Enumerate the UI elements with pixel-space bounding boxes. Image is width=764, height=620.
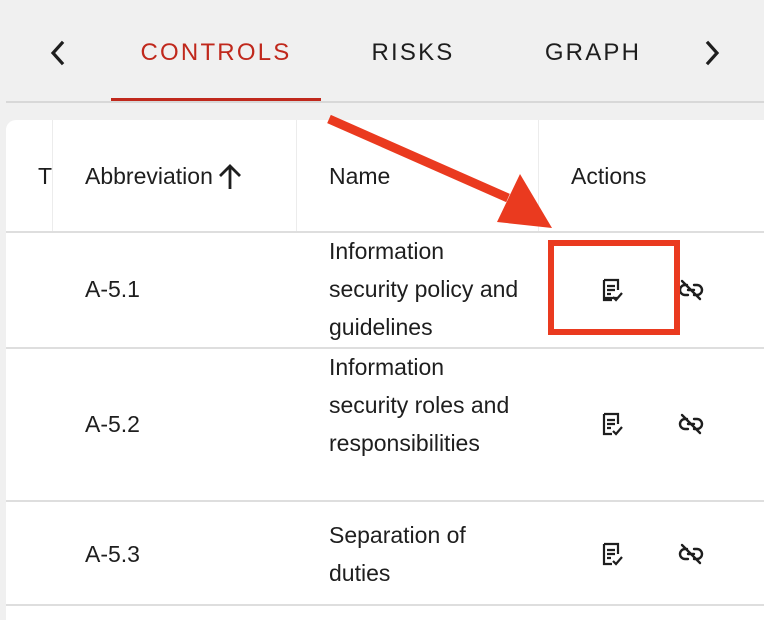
column-header-actions: Actions bbox=[571, 163, 647, 189]
cell-abbreviation: A-5.2 bbox=[85, 411, 140, 437]
column-header-name[interactable]: Name bbox=[329, 120, 390, 233]
cell-name: Information security policy and guidelin… bbox=[329, 238, 519, 340]
tab-risks[interactable]: RISKS bbox=[360, 38, 466, 68]
column-separator bbox=[296, 120, 297, 233]
controls-table: T Abbreviation Name Actions A-5.1 Inform… bbox=[6, 120, 764, 620]
arrow-up-icon[interactable] bbox=[215, 162, 245, 192]
cell-name: Separation of duties bbox=[329, 522, 466, 586]
tab-controls[interactable]: CONTROLS bbox=[111, 38, 321, 68]
column-header-abbreviation[interactable]: Abbreviation bbox=[85, 120, 245, 233]
review-checklist-icon[interactable] bbox=[594, 537, 628, 571]
unlink-icon[interactable] bbox=[674, 407, 708, 441]
chevron-left-icon[interactable] bbox=[46, 39, 70, 67]
tab-bar: CONTROLS RISKS GRAPH bbox=[0, 0, 764, 103]
column-separator bbox=[538, 120, 539, 233]
tab-graph[interactable]: GRAPH bbox=[533, 38, 653, 68]
row-divider bbox=[6, 500, 764, 502]
cell-abbreviation: A-5.1 bbox=[85, 276, 140, 302]
row-divider bbox=[6, 604, 764, 606]
tab-bar-divider bbox=[6, 101, 764, 103]
cell-abbreviation: A-5.3 bbox=[85, 541, 140, 567]
unlink-icon[interactable] bbox=[674, 537, 708, 571]
cell-name: Information security roles and responsib… bbox=[329, 354, 510, 456]
annotation-highlight-box bbox=[548, 240, 680, 335]
review-checklist-icon[interactable] bbox=[594, 407, 628, 441]
column-header-abbreviation-label: Abbreviation bbox=[85, 163, 213, 189]
column-separator bbox=[52, 120, 53, 233]
chevron-right-icon[interactable] bbox=[700, 39, 724, 67]
